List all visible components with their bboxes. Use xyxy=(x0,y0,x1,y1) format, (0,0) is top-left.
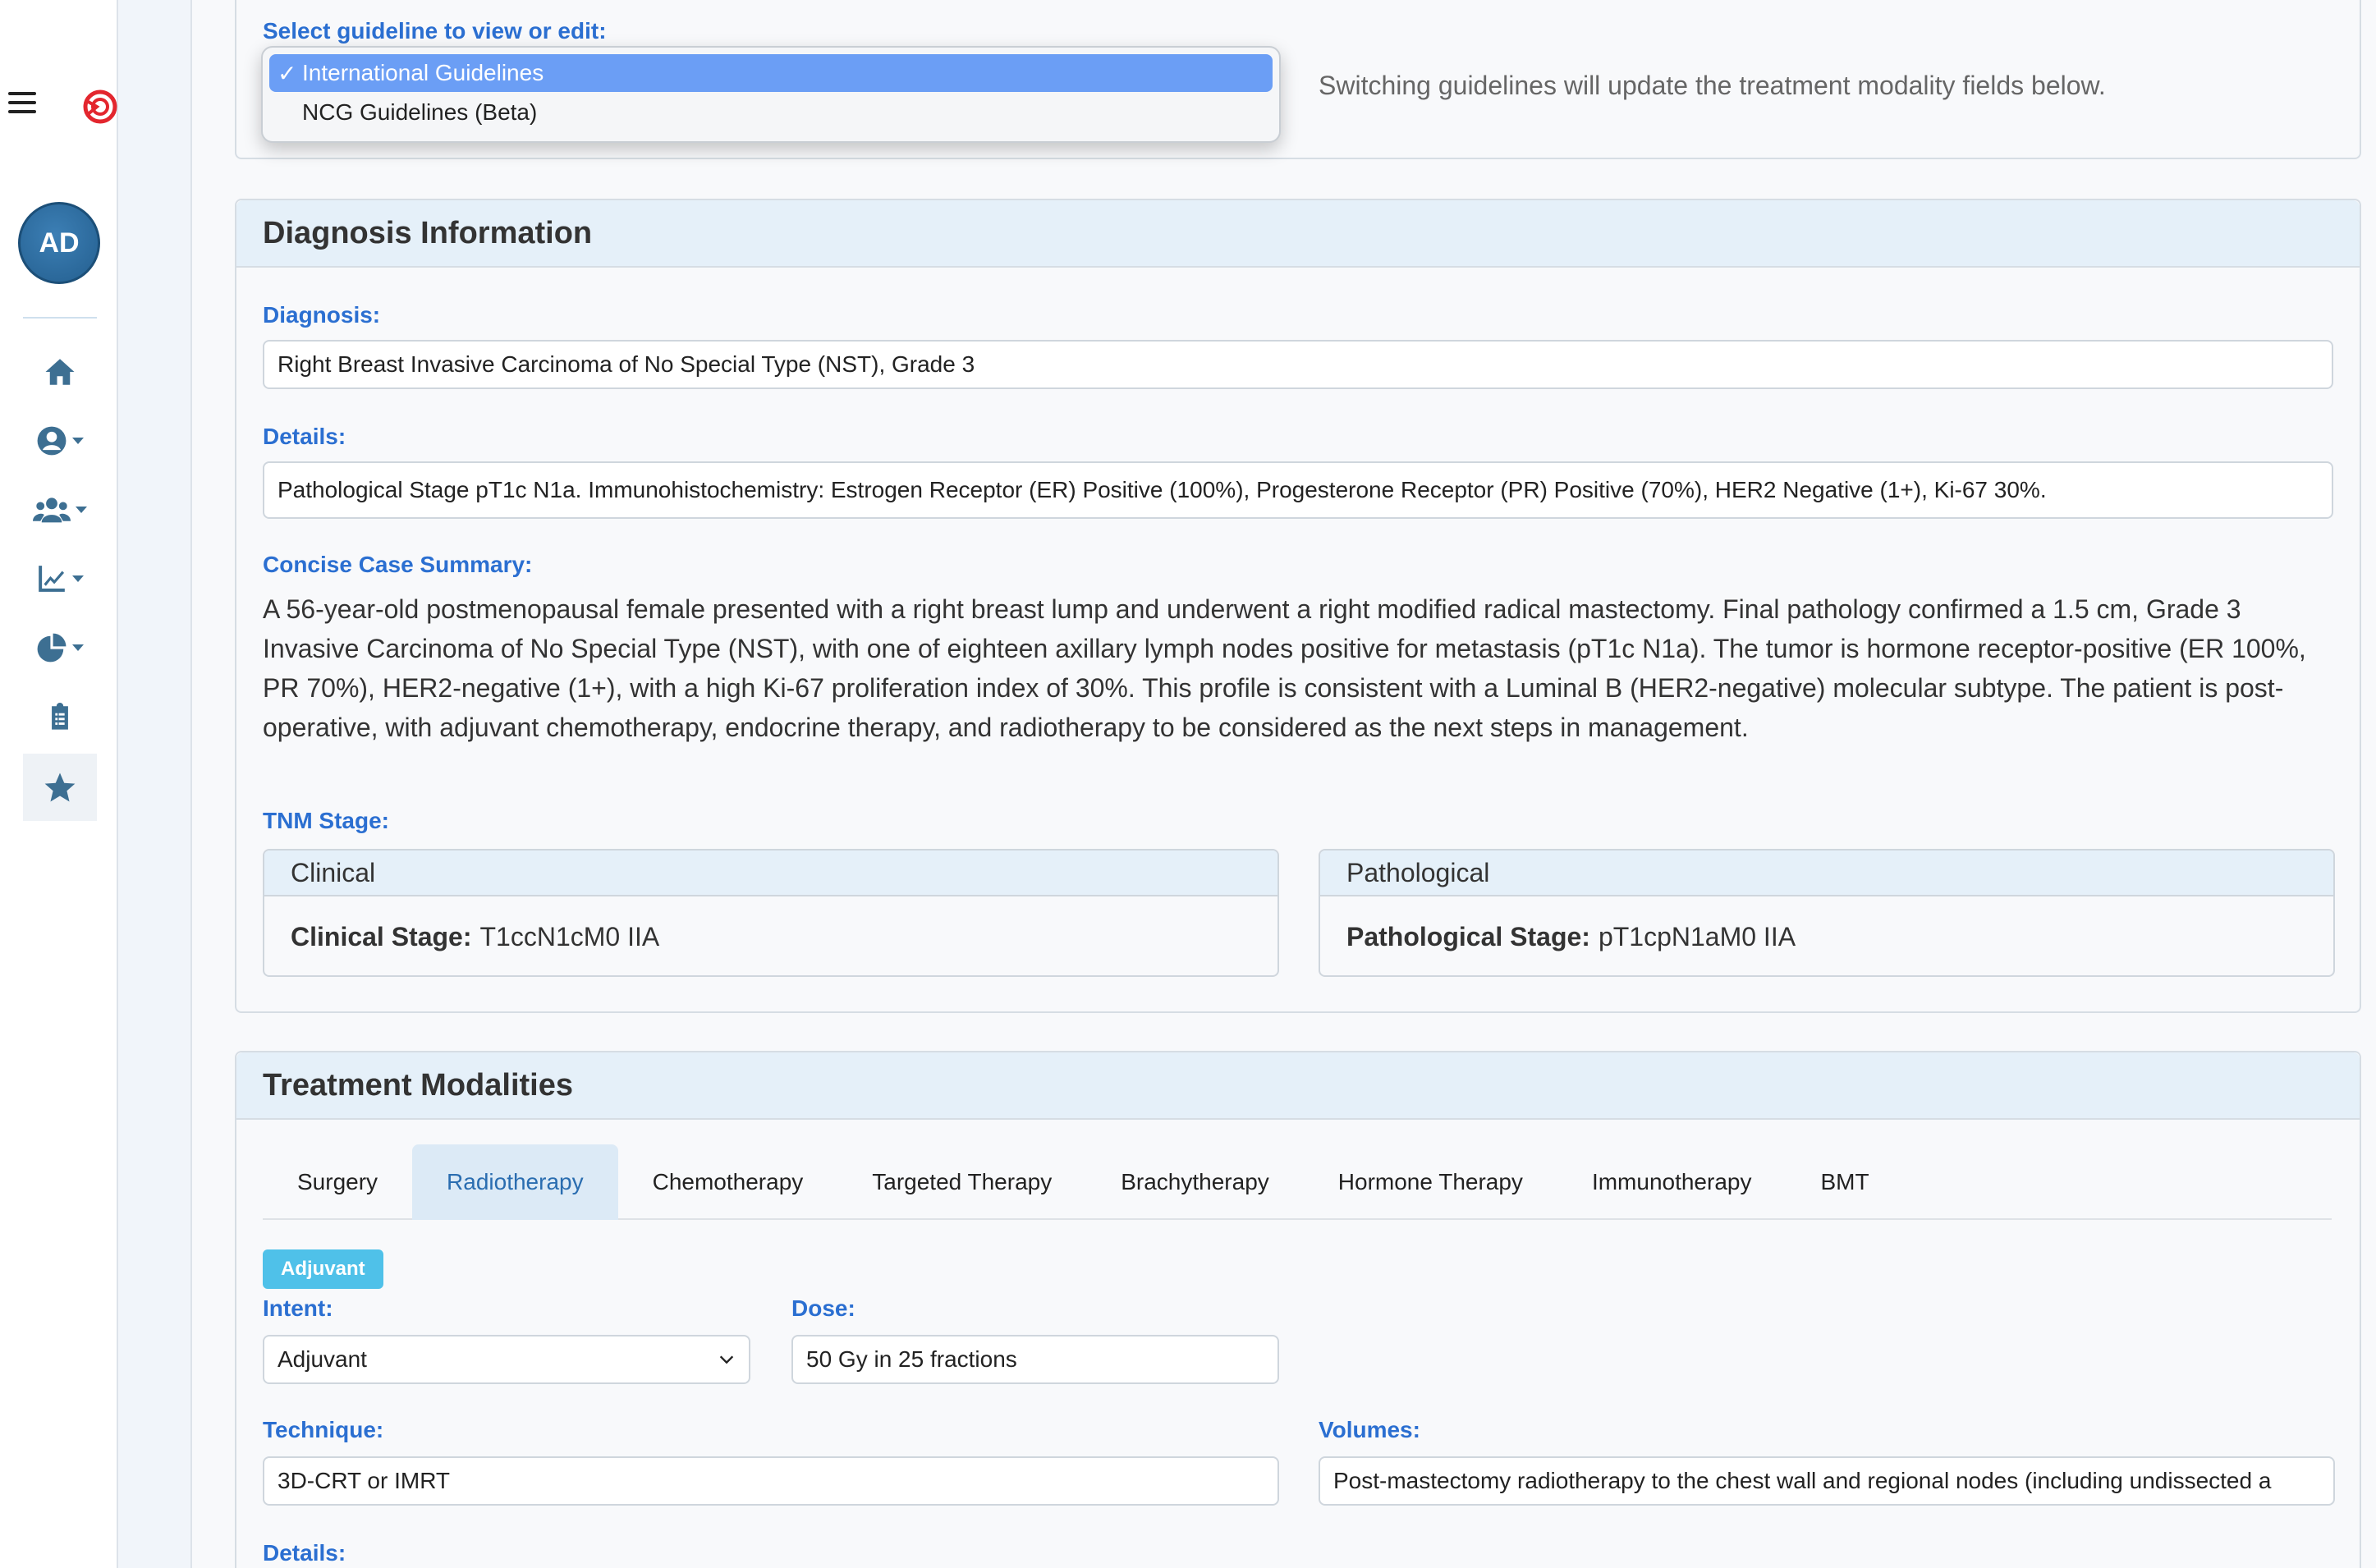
tab-bmt[interactable]: BMT xyxy=(1786,1144,1903,1220)
diagnosis-card-title: Diagnosis Information xyxy=(236,200,2360,268)
pathological-stage-value: pT1cpN1aM0 IIA xyxy=(1598,921,1796,951)
chevron-down-icon xyxy=(72,644,84,651)
clinical-body: Clinical Stage: T1ccN1cM0 IIA xyxy=(264,896,1277,975)
hamburger-menu-icon[interactable] xyxy=(8,92,36,117)
summary-label: Concise Case Summary: xyxy=(263,552,533,577)
sidebar-item-profile[interactable] xyxy=(23,412,97,470)
technique-field[interactable]: 3D-CRT or IMRT xyxy=(263,1456,1279,1506)
chevron-down-icon xyxy=(719,1355,734,1364)
pie-chart-icon xyxy=(37,633,67,663)
guideline-hint: Switching guidelines will update the tre… xyxy=(1319,71,2106,100)
sidebar-gutter xyxy=(118,0,192,1568)
sidebar-item-analytics[interactable] xyxy=(23,550,97,607)
diagnosis-field[interactable]: Right Breast Invasive Carcinoma of No Sp… xyxy=(263,340,2333,389)
guideline-option-international[interactable]: ✓ International Guidelines xyxy=(269,54,1273,92)
details-textarea[interactable]: Pathological Stage pT1c N1a. Immunohisto… xyxy=(263,461,2333,519)
sidebar-item-reports[interactable] xyxy=(23,619,97,676)
checkmark-icon: ✓ xyxy=(278,60,297,86)
diagnosis-label: Diagnosis: xyxy=(263,302,381,328)
intent-select[interactable]: Adjuvant xyxy=(263,1335,750,1384)
treatment-card-title: Treatment Modalities xyxy=(236,1052,2360,1120)
clinical-header: Clinical xyxy=(264,850,1277,896)
diagnosis-card: Diagnosis Information Diagnosis: Right B… xyxy=(235,199,2361,1013)
adjuvant-badge: Adjuvant xyxy=(263,1249,383,1289)
home-icon xyxy=(45,359,75,385)
treatment-card: Treatment Modalities Surgery Radiotherap… xyxy=(235,1051,2361,1568)
treatment-details-label: Details: xyxy=(263,1540,346,1566)
treatment-tabs: Surgery Radiotherapy Chemotherapy Target… xyxy=(263,1144,2332,1220)
tnm-label: TNM Stage: xyxy=(263,808,389,833)
sidebar-item-favorites[interactable] xyxy=(23,754,97,821)
tab-radiotherapy[interactable]: Radiotherapy xyxy=(412,1144,618,1220)
avatar[interactable]: AD xyxy=(18,202,100,284)
volumes-label: Volumes: xyxy=(1319,1417,1420,1442)
tab-surgery[interactable]: Surgery xyxy=(263,1144,412,1220)
pathological-body: Pathological Stage: pT1cpN1aM0 IIA xyxy=(1320,896,2333,975)
clinical-stage-label: Clinical Stage: xyxy=(291,921,472,951)
star-icon xyxy=(44,773,76,802)
app-logo-icon xyxy=(83,89,117,124)
technique-label: Technique: xyxy=(263,1417,384,1442)
tab-hormone-therapy[interactable]: Hormone Therapy xyxy=(1304,1144,1557,1220)
sidebar-item-tasks[interactable] xyxy=(23,688,97,745)
sidebar-divider xyxy=(23,317,97,319)
details-label: Details: xyxy=(263,424,346,449)
guideline-dropdown[interactable]: ✓ International Guidelines NCG Guideline… xyxy=(261,46,1281,143)
sidebar-item-users[interactable] xyxy=(23,481,97,539)
pathological-stage-label: Pathological Stage: xyxy=(1346,921,1590,951)
pathological-header: Pathological xyxy=(1320,850,2333,896)
pathological-stage-box: Pathological Pathological Stage: pT1cpN1… xyxy=(1319,849,2335,977)
chevron-down-icon xyxy=(72,575,84,582)
guideline-label: Select guideline to view or edit: xyxy=(263,18,607,44)
intent-value: Adjuvant xyxy=(278,1346,367,1372)
clipboard-list-icon xyxy=(52,703,68,730)
user-circle-icon xyxy=(37,426,67,456)
dose-field[interactable]: 50 Gy in 25 fractions xyxy=(791,1335,1279,1384)
intent-label: Intent: xyxy=(263,1295,333,1321)
option-label: NCG Guidelines (Beta) xyxy=(302,99,538,125)
sidebar-item-home[interactable] xyxy=(23,343,97,401)
tab-chemotherapy[interactable]: Chemotherapy xyxy=(618,1144,838,1220)
tab-brachytherapy[interactable]: Brachytherapy xyxy=(1086,1144,1304,1220)
option-label: International Guidelines xyxy=(302,60,544,85)
dose-label: Dose: xyxy=(791,1295,855,1321)
avatar-initials: AD xyxy=(39,227,80,259)
tab-targeted-therapy[interactable]: Targeted Therapy xyxy=(837,1144,1086,1220)
clinical-stage-box: Clinical Clinical Stage: T1ccN1cM0 IIA xyxy=(263,849,1279,977)
tab-immunotherapy[interactable]: Immunotherapy xyxy=(1557,1144,1787,1220)
chevron-down-icon xyxy=(76,507,87,513)
volumes-field[interactable]: Post-mastectomy radiotherapy to the ches… xyxy=(1319,1456,2335,1506)
users-icon xyxy=(33,497,71,523)
guideline-option-ncg[interactable]: NCG Guidelines (Beta) xyxy=(269,94,1273,131)
chevron-down-icon xyxy=(72,438,84,444)
chart-line-icon xyxy=(39,566,65,592)
case-summary-text: A 56-year-old postmenopausal female pres… xyxy=(263,594,2306,742)
clinical-stage-value: T1ccN1cM0 IIA xyxy=(479,921,660,951)
